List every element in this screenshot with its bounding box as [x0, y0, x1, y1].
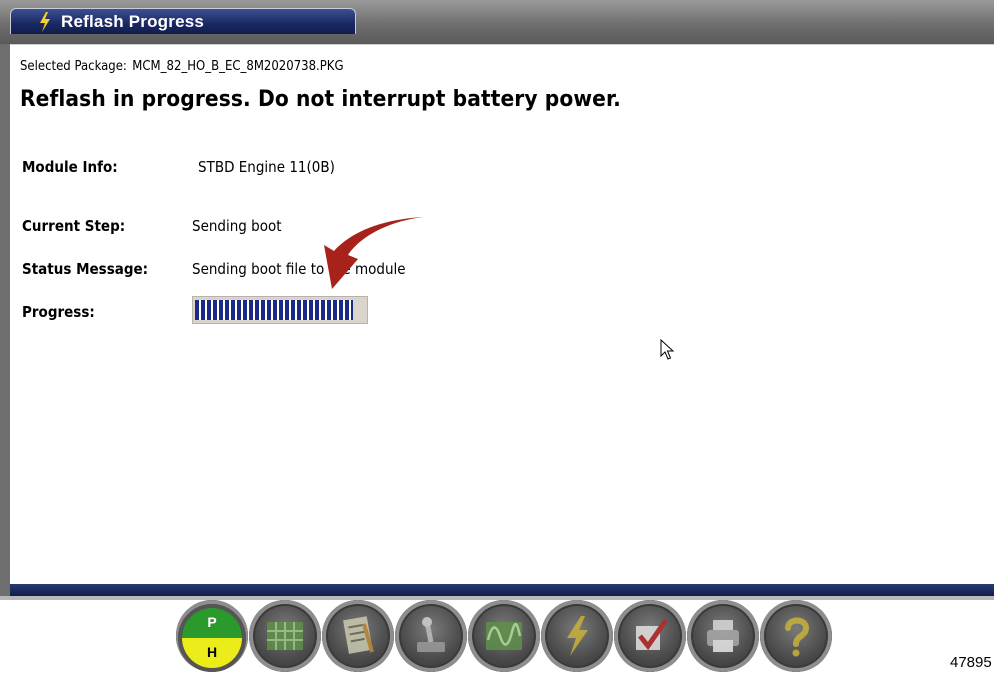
waveform-icon [486, 622, 522, 650]
lightning-icon [40, 11, 50, 32]
status-message-label: Status Message: [22, 260, 149, 278]
joystick-icon [417, 617, 445, 652]
window-frame-left [0, 44, 10, 600]
window-title: Reflash Progress [61, 11, 205, 31]
ph-indicator: P H [178, 604, 246, 672]
progress-bar [192, 296, 368, 324]
mouse-pointer-icon [660, 339, 674, 360]
current-step-label: Current Step: [22, 217, 126, 235]
waveform-button[interactable] [468, 600, 540, 672]
window-title-tab: Reflash Progress [10, 8, 356, 34]
checklist-icon [343, 616, 374, 654]
reflash-warning: Reflash in progress. Do not interrupt ba… [20, 87, 621, 112]
help-icon [785, 617, 810, 657]
checkbox-button[interactable] [614, 600, 686, 672]
figure-id: 47895 [950, 654, 992, 671]
selected-package-label: Selected Package: [20, 59, 127, 74]
help-button[interactable] [760, 600, 832, 672]
module-info-label: Module Info: [22, 158, 118, 176]
ph-top-letter: P [207, 614, 217, 630]
print-button[interactable] [687, 600, 759, 672]
selected-package: Selected Package: MCM_82_HO_B_EC_8M202073… [20, 59, 344, 74]
content-bottom-bar [10, 584, 994, 596]
bottom-toolbar: P H [176, 598, 836, 674]
progress-label: Progress: [22, 303, 95, 321]
selected-package-value: MCM_82_HO_B_EC_8M2020738.PKG [132, 59, 344, 74]
ph-indicator-button[interactable]: P H [176, 600, 248, 672]
data-grid-icon [267, 622, 303, 650]
joystick-button[interactable] [395, 600, 467, 672]
ph-bottom-letter: H [206, 644, 218, 660]
title-bar: Reflash Progress [0, 0, 994, 44]
reflash-content-panel: Selected Package: MCM_82_HO_B_EC_8M202073… [10, 44, 994, 584]
printer-icon [707, 620, 739, 652]
data-grid-button[interactable] [249, 600, 321, 672]
progress-bar-fill [195, 300, 353, 320]
current-step-value: Sending boot [192, 217, 282, 235]
reflash-button[interactable] [541, 600, 613, 672]
callout-arrow-icon [324, 217, 424, 289]
checkbox-icon [636, 618, 669, 651]
checklist-button[interactable] [322, 600, 394, 672]
module-info-value: STBD Engine 11(0B) [198, 158, 335, 176]
reflash-icon [567, 616, 588, 656]
